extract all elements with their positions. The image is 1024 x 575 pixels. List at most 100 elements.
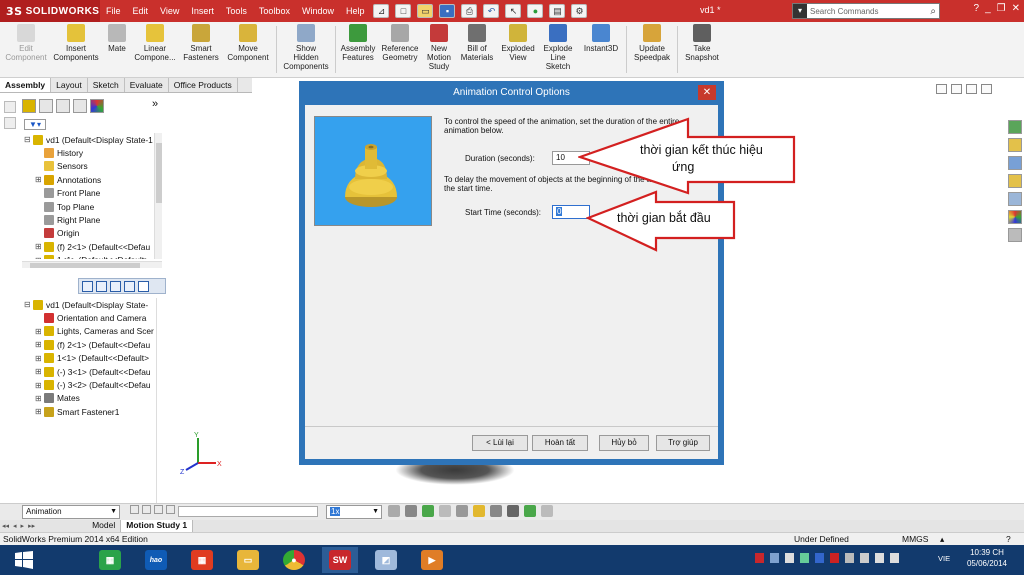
- search-scope-icon[interactable]: ▾: [793, 4, 807, 18]
- scroll-thumb[interactable]: [30, 263, 140, 268]
- expand-toggle-icon[interactable]: ⊞: [35, 256, 44, 259]
- motor-icon[interactable]: [473, 505, 485, 517]
- move-component-button[interactable]: Move Component: [222, 22, 274, 77]
- expand-toggle-icon[interactable]: ⊞: [35, 327, 44, 336]
- calculate-icon[interactable]: [130, 505, 139, 514]
- tree-item[interactable]: History: [24, 146, 154, 159]
- dialog-close-button[interactable]: ✕: [698, 85, 716, 100]
- edit-component-button[interactable]: Edit Component: [4, 22, 48, 77]
- open-icon[interactable]: ▭: [417, 4, 434, 18]
- expand-toggle-icon[interactable]: ⊞: [35, 407, 44, 416]
- viewport-restore-icon[interactable]: [966, 84, 977, 94]
- expand-toggle-icon[interactable]: ⊞: [35, 242, 44, 251]
- expand-toggle-icon[interactable]: ⊟: [24, 300, 33, 309]
- configuration-manager-tab-icon[interactable]: [56, 99, 70, 113]
- tray-network-icon[interactable]: [770, 553, 779, 563]
- tree-item[interactable]: Sensors: [24, 160, 154, 173]
- clock[interactable]: 10:39 CH 05/06/2014: [965, 547, 1009, 569]
- filter-more-icon[interactable]: [138, 280, 149, 292]
- stop-icon[interactable]: [166, 505, 175, 514]
- taskbar-hao123[interactable]: hao: [138, 547, 174, 573]
- timeline-slider[interactable]: [178, 506, 318, 517]
- motion-tree-scrollbar[interactable]: [156, 298, 164, 508]
- file-explorer-icon[interactable]: [1008, 156, 1022, 170]
- explode-line-sketch-button[interactable]: Explode Line Sketch: [538, 22, 578, 77]
- sketch-icon[interactable]: [4, 101, 16, 113]
- expand-toggle-icon[interactable]: ⊞: [35, 340, 44, 349]
- menu-tools[interactable]: Tools: [220, 6, 253, 16]
- viewport-split-icon[interactable]: [951, 84, 962, 94]
- search-commands[interactable]: ▾ Search Commands ⌕: [792, 3, 940, 19]
- save-animation-icon[interactable]: [405, 505, 417, 517]
- tab-nav-first-icon[interactable]: ◂◂: [0, 522, 11, 530]
- add-key-icon[interactable]: [456, 505, 468, 517]
- minimize-button[interactable]: _: [985, 3, 991, 14]
- tree-item[interactable]: Front Plane: [24, 187, 154, 200]
- tree-item[interactable]: ⊞ (f) 2<1> (Default<<Defau: [24, 338, 164, 351]
- feature-manager-tab-icon[interactable]: [22, 99, 36, 113]
- new-document-icon[interactable]: □: [395, 4, 412, 18]
- new-motion-study-button[interactable]: New Motion Study: [422, 22, 456, 77]
- close-button[interactable]: ✕: [1012, 3, 1020, 14]
- tab-nav-next-icon[interactable]: ▸: [19, 522, 27, 530]
- tree-item[interactable]: Origin: [24, 227, 154, 240]
- solidworks-resources-icon[interactable]: [1008, 120, 1022, 134]
- view-icon[interactable]: [4, 117, 16, 129]
- scroll-thumb[interactable]: [156, 143, 162, 203]
- linear-pattern-button[interactable]: Linear Compone...: [130, 22, 180, 77]
- search-input[interactable]: Search Commands: [810, 7, 930, 16]
- pin-icon[interactable]: ⊿: [373, 4, 390, 18]
- tree-item[interactable]: ⊞ Annotations: [24, 173, 154, 186]
- expand-toggle-icon[interactable]: ⊞: [35, 381, 44, 390]
- input-language[interactable]: VIE: [938, 554, 950, 563]
- viewport-close-icon[interactable]: [981, 84, 992, 94]
- taskbar-store[interactable]: ▦: [92, 547, 128, 573]
- animation-wizard-icon[interactable]: [422, 505, 434, 517]
- design-library-icon[interactable]: [1008, 138, 1022, 152]
- spring-icon[interactable]: [490, 505, 502, 517]
- tray-volume-icon[interactable]: [890, 553, 899, 563]
- play-from-start-icon[interactable]: [142, 505, 151, 514]
- results-icon[interactable]: [541, 505, 553, 517]
- folder-icon[interactable]: [1008, 174, 1022, 188]
- menu-file[interactable]: File: [100, 6, 127, 16]
- reference-geometry-button[interactable]: Reference Geometry: [378, 22, 422, 77]
- tree-item[interactable]: ⊞ Mates: [24, 392, 164, 405]
- expand-toggle-icon[interactable]: ⊞: [35, 367, 44, 376]
- custom-properties-icon[interactable]: [1008, 228, 1022, 242]
- display-manager-tab-icon[interactable]: [90, 99, 104, 113]
- options-icon[interactable]: ⚙: [571, 4, 588, 18]
- start-button[interactable]: [6, 547, 42, 573]
- taskbar-office[interactable]: ▦: [184, 547, 220, 573]
- search-icon[interactable]: ⌕: [930, 6, 936, 17]
- tree-item[interactable]: ⊞ Lights, Cameras and Scer: [24, 325, 164, 338]
- tree-item[interactable]: ⊞ (-) 3<1> (Default<<Defau: [24, 365, 164, 378]
- gravity-icon[interactable]: [524, 505, 536, 517]
- assembly-features-button[interactable]: Assembly Features: [338, 22, 378, 77]
- unit-system[interactable]: MMGS: [902, 534, 928, 544]
- take-snapshot-button[interactable]: Take Snapshot: [680, 22, 724, 77]
- smart-fasteners-button[interactable]: Smart Fasteners: [180, 22, 222, 77]
- menu-insert[interactable]: Insert: [185, 6, 220, 16]
- property-manager-tab-icon[interactable]: [39, 99, 53, 113]
- tree-item[interactable]: ⊞ 1<1> (Default<<Default>: [24, 352, 164, 365]
- print-icon[interactable]: ⎙: [461, 4, 478, 18]
- tab-layout[interactable]: Layout: [51, 78, 88, 92]
- show-hidden-components-button[interactable]: Show Hidden Components: [279, 22, 333, 77]
- tab-model[interactable]: Model: [87, 520, 122, 532]
- mate-button[interactable]: Mate: [104, 22, 130, 77]
- start-time-input[interactable]: 0: [552, 205, 590, 219]
- taskbar-chrome[interactable]: ●: [276, 547, 312, 573]
- taskbar-explorer[interactable]: ▭: [230, 547, 266, 573]
- tree-item[interactable]: ⊞ 1<1> (Default<<Default>_: [24, 254, 154, 259]
- dim-xpert-tab-icon[interactable]: [73, 99, 87, 113]
- help-icon[interactable]: ?: [974, 3, 980, 14]
- menu-edit[interactable]: Edit: [127, 6, 155, 16]
- tab-office-products[interactable]: Office Products: [169, 78, 238, 92]
- tree-item[interactable]: Right Plane: [24, 213, 154, 226]
- appearances-icon[interactable]: [1008, 210, 1022, 224]
- unit-menu-icon[interactable]: ▴: [940, 534, 944, 545]
- tray-v-icon[interactable]: [830, 553, 839, 563]
- insert-components-button[interactable]: Insert Components: [48, 22, 104, 77]
- tab-sketch[interactable]: Sketch: [88, 78, 125, 92]
